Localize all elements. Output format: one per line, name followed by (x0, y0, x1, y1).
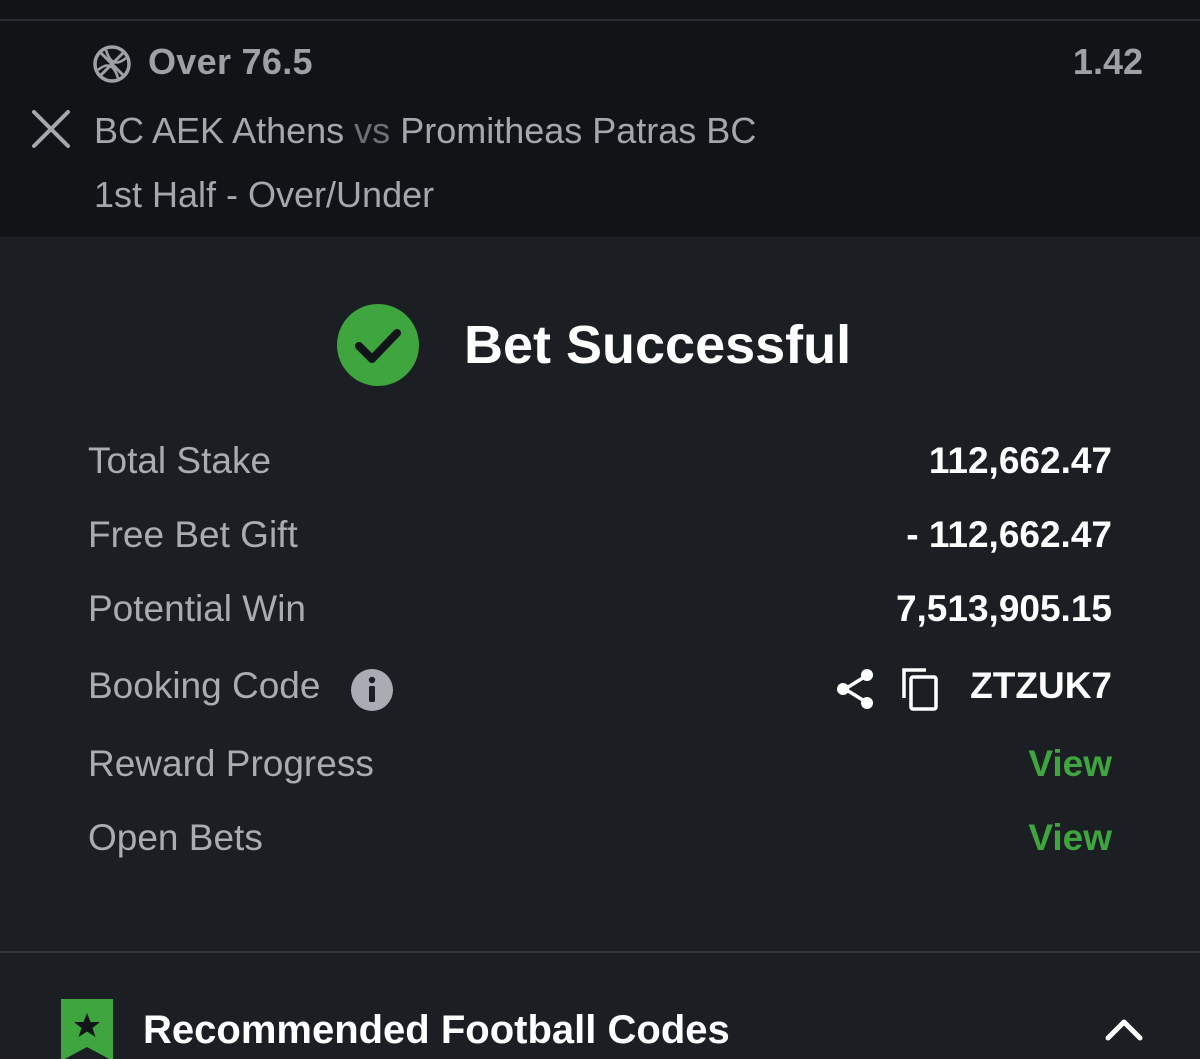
open-bets-label: Open Bets (88, 817, 263, 858)
success-title: Bet Successful (464, 315, 852, 375)
total-stake-label: Total Stake (88, 440, 272, 481)
bet-receipt-screen: Over 76.5 1.42 BC AEK Athens vs Promithe… (0, 0, 1200, 1059)
section-divider (0, 951, 1200, 953)
free-bet-gift-label: Free Bet Gift (88, 514, 298, 555)
reward-progress-label: Reward Progress (88, 743, 374, 784)
open-bets-row: Open Bets View (88, 817, 1112, 867)
check-circle-icon (337, 304, 419, 386)
booking-code-value: ZTZUK7 (970, 665, 1112, 706)
divider (0, 19, 1200, 21)
booking-code-label: Booking Code (88, 665, 321, 706)
star-bookmark-icon (61, 999, 113, 1059)
open-bets-view-link[interactable]: View (1028, 817, 1112, 859)
selection-odds: 1.42 (1072, 41, 1143, 82)
booking-code-row: Booking Code ZTZUK7 (88, 665, 1112, 715)
basketball-icon (93, 45, 131, 83)
free-bet-gift-row: Free Bet Gift - 112,662.47 (88, 514, 1112, 564)
bet-selection-card: Over 76.5 1.42 BC AEK Athens vs Promithe… (0, 0, 1200, 237)
close-icon[interactable] (30, 108, 72, 150)
potential-win-label: Potential Win (88, 588, 306, 629)
total-stake-row: Total Stake 112,662.47 (88, 440, 1112, 490)
home-team: BC AEK Athens (94, 110, 345, 151)
market-name: 1st Half - Over/Under (94, 174, 435, 215)
away-team: Promitheas Patras BC (400, 110, 757, 151)
selection-pick: Over 76.5 (148, 41, 313, 82)
potential-win-value: 7,513,905.15 (895, 588, 1112, 629)
potential-win-row: Potential Win 7,513,905.15 (88, 588, 1112, 638)
success-header: Bet Successful (0, 300, 1200, 390)
chevron-up-icon[interactable] (1100, 1014, 1148, 1044)
share-icon[interactable] (834, 667, 876, 711)
match-name: BC AEK Athens vs Promitheas Patras BC (94, 110, 756, 152)
versus-label: vs (354, 110, 391, 151)
reward-progress-view-link[interactable]: View (1028, 743, 1112, 785)
total-stake-value: 112,662.47 (928, 440, 1112, 481)
info-icon[interactable] (350, 668, 394, 712)
reward-progress-row: Reward Progress View (88, 743, 1112, 793)
recommended-codes-title[interactable]: Recommended Football Codes (143, 1008, 730, 1053)
copy-icon[interactable] (900, 666, 940, 712)
free-bet-gift-value: - 112,662.47 (906, 514, 1112, 555)
